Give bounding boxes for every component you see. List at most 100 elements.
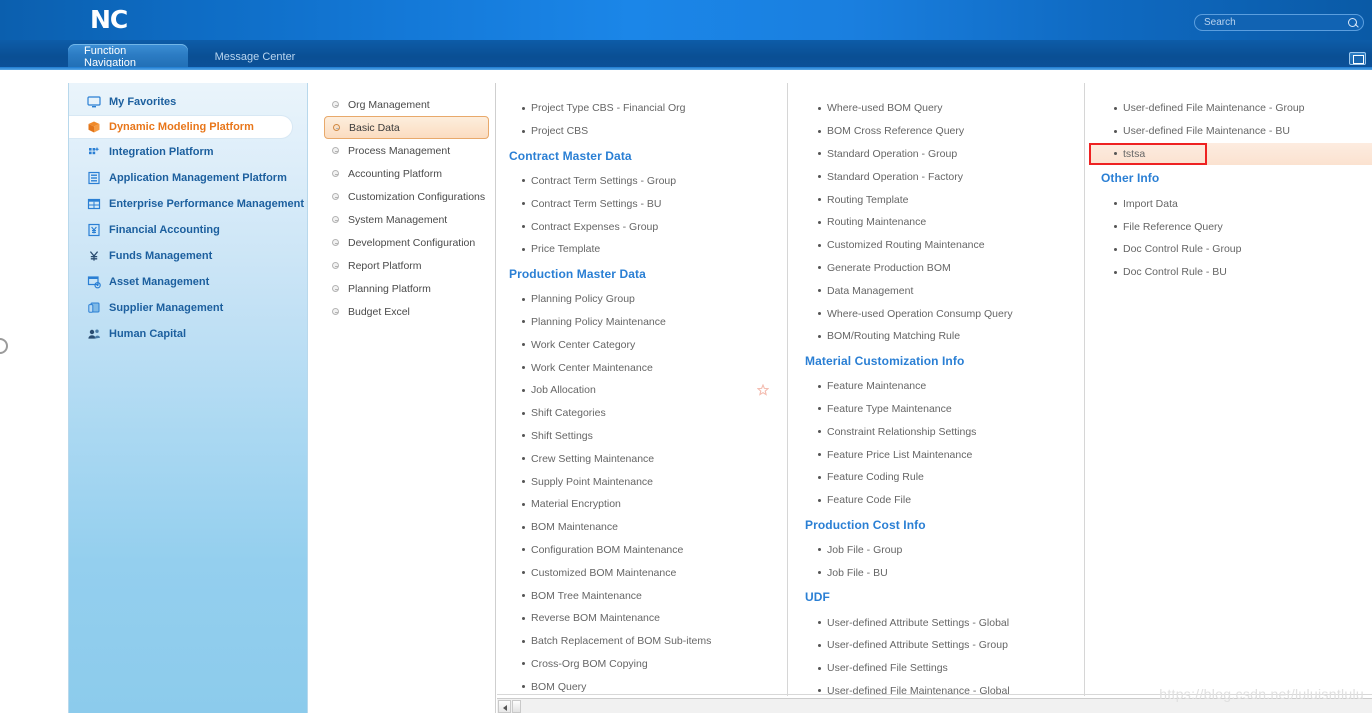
- sidebar-item-my-favorites[interactable]: My Favorites: [69, 89, 307, 115]
- search-input[interactable]: [1195, 17, 1345, 28]
- function-link-work-center-category[interactable]: Work Center Category: [497, 333, 785, 356]
- function-link-label: BOM Query: [531, 680, 587, 693]
- function-link-planning-policy-group[interactable]: Planning Policy Group: [497, 288, 785, 311]
- function-link-configuration-bom-maintenance[interactable]: Configuration BOM Maintenance: [497, 539, 785, 562]
- function-link-job-allocation[interactable]: Job Allocation: [497, 379, 785, 402]
- function-link-batch-replacement-of-bom-sub-items[interactable]: Batch Replacement of BOM Sub-items: [497, 630, 785, 653]
- function-link-tstsa[interactable]: tstsa: [1089, 142, 1372, 166]
- bullet-icon: [818, 312, 821, 316]
- function-link-where-used-operation-consump-query[interactable]: Where-used Operation Consump Query: [793, 302, 1081, 325]
- function-link-bom-cross-reference-query[interactable]: BOM Cross Reference Query: [793, 120, 1081, 143]
- function-link-user-defined-attribute-settings-global[interactable]: User-defined Attribute Settings - Global: [793, 611, 1081, 634]
- module-item-basic-data[interactable]: Basic Data: [324, 116, 489, 139]
- module-item-customization-configurations[interactable]: Customization Configurations: [324, 185, 489, 208]
- function-link-label: Work Center Maintenance: [531, 361, 653, 374]
- tab-function-navigation[interactable]: Function Navigation: [68, 44, 188, 70]
- scroll-left-arrow-icon[interactable]: [498, 700, 511, 713]
- function-link-planning-policy-maintenance[interactable]: Planning Policy Maintenance: [497, 311, 785, 334]
- function-link-doc-control-rule-bu[interactable]: Doc Control Rule - BU: [1089, 261, 1372, 284]
- horizontal-scrollbar[interactable]: [497, 698, 1372, 713]
- function-link-job-file-group[interactable]: Job File - Group: [793, 539, 1081, 562]
- function-link-work-center-maintenance[interactable]: Work Center Maintenance: [497, 356, 785, 379]
- favorite-star-icon[interactable]: [757, 384, 769, 397]
- sidebar-item-application-management-platform[interactable]: Application Management Platform: [69, 165, 307, 191]
- sidebar-item-enterprise-performance-management[interactable]: Enterprise Performance Management: [69, 191, 307, 217]
- search-box[interactable]: [1194, 14, 1364, 31]
- function-link-job-file-bu[interactable]: Job File - BU: [793, 561, 1081, 584]
- tab-message-center[interactable]: Message Center: [190, 44, 320, 70]
- sidebar-item-dynamic-modeling-platform[interactable]: Dynamic Modeling Platform: [69, 115, 293, 139]
- function-link-standard-operation-factory[interactable]: Standard Operation - Factory: [793, 165, 1081, 188]
- tab-function-navigation-label: Function Navigation: [84, 45, 136, 69]
- function-link-constraint-relationship-settings[interactable]: Constraint Relationship Settings: [793, 420, 1081, 443]
- restore-window-icon[interactable]: [1349, 52, 1366, 65]
- function-link-file-reference-query[interactable]: File Reference Query: [1089, 215, 1372, 238]
- function-link-feature-type-maintenance[interactable]: Feature Type Maintenance: [793, 398, 1081, 421]
- function-link-bom-routing-matching-rule[interactable]: BOM/Routing Matching Rule: [793, 325, 1081, 348]
- function-link-material-encryption[interactable]: Material Encryption: [497, 493, 785, 516]
- function-link-routing-template[interactable]: Routing Template: [793, 188, 1081, 211]
- bullet-icon: [818, 334, 821, 338]
- bullet-icon: [818, 571, 821, 575]
- function-link-contract-expenses-group[interactable]: Contract Expenses - Group: [497, 215, 785, 238]
- grid-table-icon: [87, 197, 101, 211]
- module-item-process-management[interactable]: Process Management: [324, 139, 489, 162]
- function-link-user-defined-file-settings[interactable]: User-defined File Settings: [793, 657, 1081, 680]
- module-bullet-icon: [333, 124, 340, 131]
- module-item-system-management[interactable]: System Management: [324, 208, 489, 231]
- function-link-feature-price-list-maintenance[interactable]: Feature Price List Maintenance: [793, 443, 1081, 466]
- module-item-report-platform[interactable]: Report Platform: [324, 254, 489, 277]
- nc-function-navigation-app: NC Function Navigation Message Center My…: [0, 0, 1372, 713]
- function-link-user-defined-file-maintenance-bu[interactable]: User-defined File Maintenance - BU: [1089, 120, 1372, 143]
- sidebar-item-integration-platform[interactable]: Integration Platform: [69, 139, 307, 165]
- function-link-crew-setting-maintenance[interactable]: Crew Setting Maintenance: [497, 447, 785, 470]
- function-link-shift-settings[interactable]: Shift Settings: [497, 425, 785, 448]
- function-link-contract-term-settings-bu[interactable]: Contract Term Settings - BU: [497, 192, 785, 215]
- sidebar-item-financial-accounting[interactable]: Financial Accounting: [69, 217, 307, 243]
- function-link-user-defined-file-maintenance-group[interactable]: User-defined File Maintenance - Group: [1089, 97, 1372, 120]
- sidebar-item-funds-management[interactable]: Funds Management: [69, 243, 307, 269]
- function-link-label: User-defined File Settings: [827, 662, 948, 675]
- top-banner: NC: [0, 0, 1372, 40]
- function-link-routing-maintenance[interactable]: Routing Maintenance: [793, 211, 1081, 234]
- sidebar-item-asset-management[interactable]: Asset Management: [69, 269, 307, 295]
- module-item-budget-excel[interactable]: Budget Excel: [324, 300, 489, 323]
- search-icon[interactable]: [1345, 16, 1363, 30]
- function-link-doc-control-rule-group[interactable]: Doc Control Rule - Group: [1089, 238, 1372, 261]
- module-item-development-configuration[interactable]: Development Configuration: [324, 231, 489, 254]
- function-link-price-template[interactable]: Price Template: [497, 238, 785, 261]
- sidebar-item-label: Supplier Management: [109, 302, 224, 314]
- module-item-accounting-platform[interactable]: Accounting Platform: [324, 162, 489, 185]
- function-link-feature-code-file[interactable]: Feature Code File: [793, 489, 1081, 512]
- function-link-label: Batch Replacement of BOM Sub-items: [531, 635, 712, 648]
- function-link-where-used-bom-query[interactable]: Where-used BOM Query: [793, 97, 1081, 120]
- sidebar-item-human-capital[interactable]: Human Capital: [69, 321, 307, 347]
- function-link-data-management[interactable]: Data Management: [793, 279, 1081, 302]
- module-item-planning-platform[interactable]: Planning Platform: [324, 277, 489, 300]
- module-bullet-icon: [332, 170, 339, 177]
- function-link-supply-point-maintenance[interactable]: Supply Point Maintenance: [497, 470, 785, 493]
- bullet-icon: [818, 643, 821, 647]
- function-link-shift-categories[interactable]: Shift Categories: [497, 402, 785, 425]
- sidebar-collapse-handle[interactable]: [0, 338, 8, 354]
- function-link-bom-tree-maintenance[interactable]: BOM Tree Maintenance: [497, 584, 785, 607]
- function-link-feature-maintenance[interactable]: Feature Maintenance: [793, 375, 1081, 398]
- horizontal-scrollbar-thumb[interactable]: [512, 700, 521, 713]
- function-link-project-type-cbs-financial-org[interactable]: Project Type CBS - Financial Org: [497, 97, 785, 120]
- module-bullet-icon: [332, 239, 339, 246]
- function-link-standard-operation-group[interactable]: Standard Operation - Group: [793, 143, 1081, 166]
- function-link-contract-term-settings-group[interactable]: Contract Term Settings - Group: [497, 170, 785, 193]
- function-link-project-cbs[interactable]: Project CBS: [497, 120, 785, 143]
- function-link-customized-routing-maintenance[interactable]: Customized Routing Maintenance: [793, 234, 1081, 257]
- function-link-label: Doc Control Rule - BU: [1123, 266, 1227, 279]
- function-link-reverse-bom-maintenance[interactable]: Reverse BOM Maintenance: [497, 607, 785, 630]
- function-link-import-data[interactable]: Import Data: [1089, 192, 1372, 215]
- function-link-user-defined-attribute-settings-group[interactable]: User-defined Attribute Settings - Group: [793, 634, 1081, 657]
- sidebar-item-supplier-management[interactable]: Supplier Management: [69, 295, 307, 321]
- function-link-generate-production-bom[interactable]: Generate Production BOM: [793, 257, 1081, 280]
- function-link-cross-org-bom-copying[interactable]: Cross-Org BOM Copying: [497, 653, 785, 676]
- function-link-bom-maintenance[interactable]: BOM Maintenance: [497, 516, 785, 539]
- function-link-customized-bom-maintenance[interactable]: Customized BOM Maintenance: [497, 561, 785, 584]
- module-item-org-management[interactable]: Org Management: [324, 93, 489, 116]
- function-link-feature-coding-rule[interactable]: Feature Coding Rule: [793, 466, 1081, 489]
